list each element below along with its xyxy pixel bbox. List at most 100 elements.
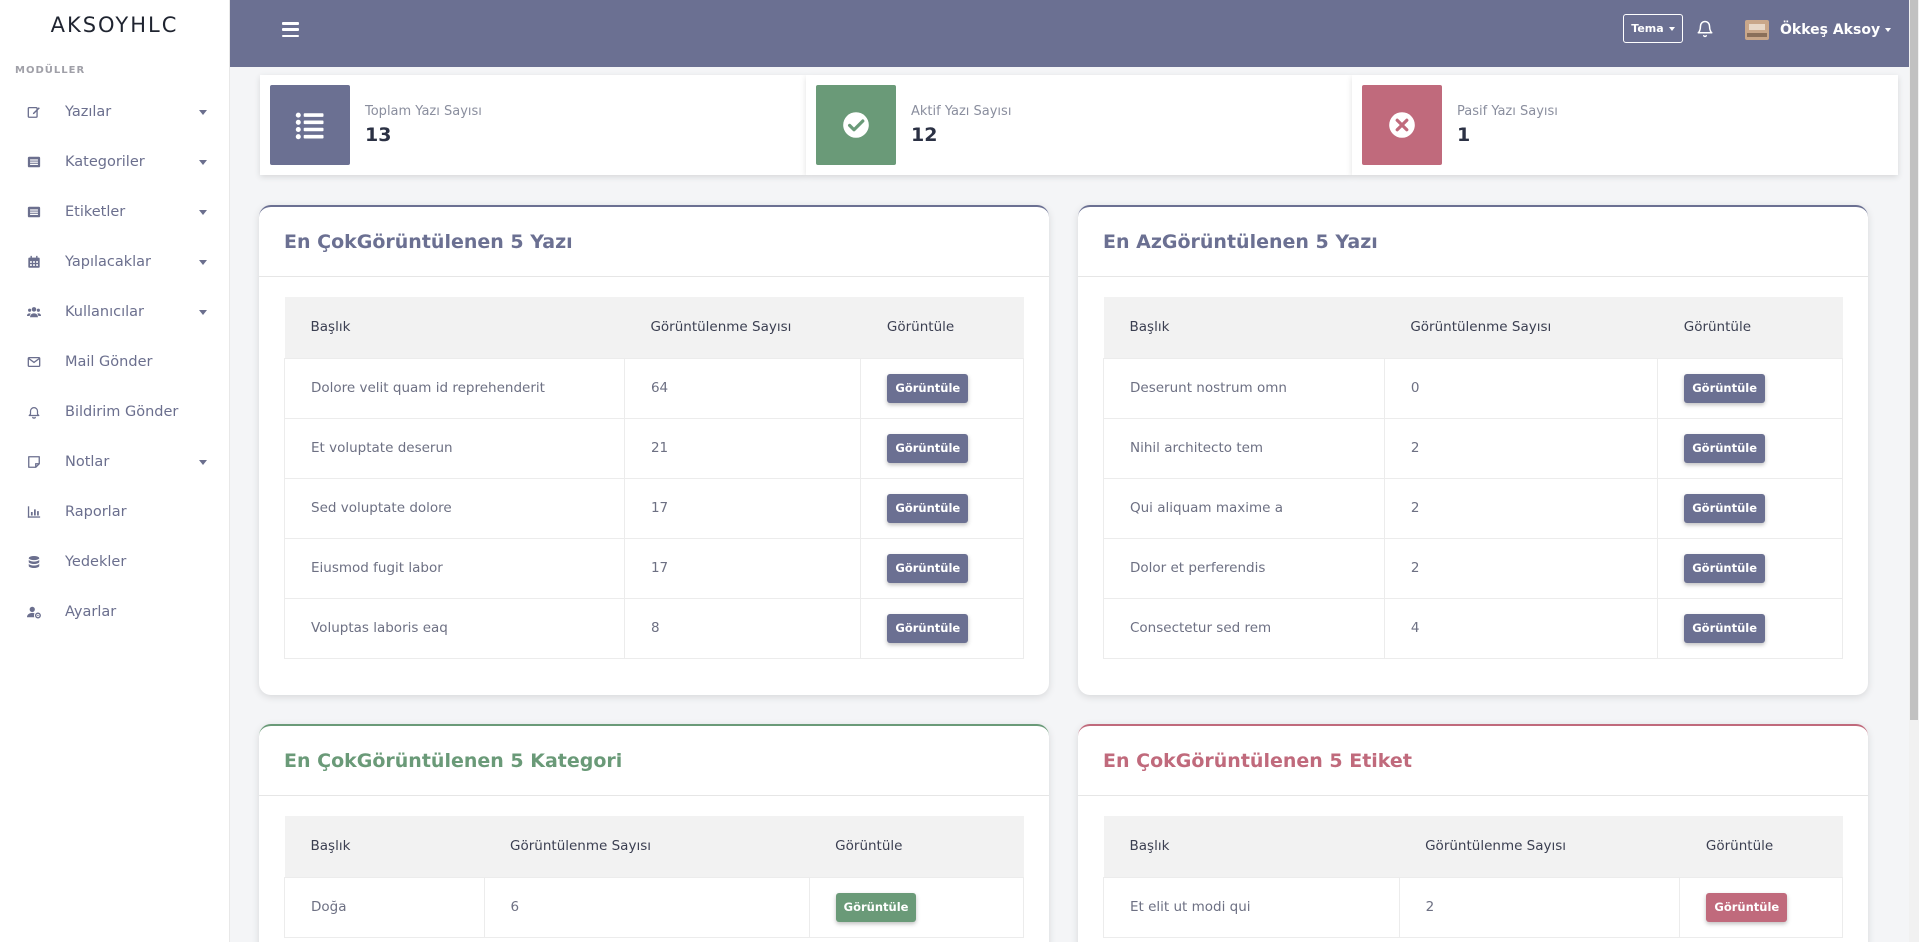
table-row: Doğa 6 Görüntüle (284, 876, 1025, 938)
table-row: Eiusmod fugit labor 17 Görüntüle (284, 537, 1024, 599)
notification-bell-icon[interactable] (1696, 20, 1714, 38)
stat-value: 13 (365, 124, 392, 146)
envelope-icon (27, 355, 41, 369)
sidebar-item-kategoriler[interactable]: Kategoriler (0, 137, 229, 187)
note-icon (27, 455, 41, 469)
sidebar-item-mail-gönder[interactable]: Mail Gönder (0, 337, 229, 387)
stat-label: Aktif Yazı Sayısı (911, 104, 1012, 119)
stat-label: Toplam Yazı Sayısı (365, 104, 482, 119)
data-table: Başlık Görüntülenme Sayısı Görüntüle Deseru… (1103, 297, 1843, 659)
stat-value: 12 (911, 124, 938, 146)
bar-chart-icon (27, 505, 41, 519)
sidebar-item-raporlar[interactable]: Raporlar (0, 487, 229, 537)
table-row: Deserunt nostrum omn 0 Görüntüle (1103, 357, 1843, 419)
chevron-down-icon (199, 209, 207, 215)
panel-title-emphasis: En Çok (1103, 749, 1176, 772)
page-scrollbar[interactable] (1909, 0, 1919, 942)
sidebar-item-label: Yapılacaklar (65, 254, 152, 270)
theme-dropdown-button[interactable]: Tema (1623, 14, 1683, 43)
row-action: Görüntüle (860, 597, 1024, 659)
sidebar-item-label: Ayarlar (65, 604, 117, 620)
view-button[interactable]: Görüntüle (835, 892, 917, 922)
table-row: Sed voluptate dolore 17 Görüntüle (284, 477, 1024, 539)
row-action: Görüntüle (1679, 876, 1843, 938)
row-title: Consectetur sed rem (1103, 597, 1385, 659)
sidebar-item-yedekler[interactable]: Yedekler (0, 537, 229, 587)
most-viewed-tags-panel: En Çok Görüntülenen 5 Etiket Başlık Görünt… (1078, 724, 1868, 942)
chevron-down-icon (199, 259, 207, 265)
row-title: Nihil architecto tem (1103, 417, 1385, 479)
topbar: Tema Ökkeş Aksoy (230, 0, 1919, 67)
sidebar-item-ayarlar[interactable]: Ayarlar (0, 587, 229, 637)
stat-value: 1 (1457, 124, 1471, 146)
row-action: Görüntüle (1657, 417, 1843, 479)
sidebar-item-label: Bildirim Gönder (65, 404, 179, 420)
table-row: Qui aliquam maxime a 2 Görüntüle (1103, 477, 1843, 539)
panel-title-rest: Görüntülenen 5 Kategori (356, 749, 623, 772)
data-table: Başlık Görüntülenme Sayısı Görüntüle Dolore… (284, 297, 1024, 659)
data-table: Başlık Görüntülenme Sayısı Görüntüle Doğa 6 G… (284, 816, 1025, 938)
column-header: Başlık (284, 816, 485, 877)
row-action: Görüntüle (1657, 597, 1843, 659)
sidebar-menu: Yazılar Kategoriler Etiketler Yapılacaklar K… (0, 87, 229, 637)
sidebar-item-kullanıcılar[interactable]: Kullanıcılar (0, 287, 229, 337)
user-gear-icon (27, 605, 41, 619)
sidebar-item-label: Kullanıcılar (65, 304, 145, 320)
sidebar-item-etiketler[interactable]: Etiketler (0, 187, 229, 237)
column-header: Görüntüle (809, 816, 1024, 877)
user-menu[interactable]: Ökkeş Aksoy (1745, 18, 1892, 42)
sidebar-item-yazılar[interactable]: Yazılar (0, 87, 229, 137)
chevron-down-icon (199, 159, 207, 165)
edit-icon (27, 105, 41, 119)
panel-title: En Çok Görüntülenen 5 Yazı (259, 207, 1049, 277)
panel-title: En Çok Görüntülenen 5 Kategori (259, 726, 1049, 796)
view-button[interactable]: Görüntüle (1684, 613, 1766, 643)
view-button[interactable]: Görüntüle (887, 553, 969, 583)
row-views: 8 (623, 597, 862, 659)
row-title: Sed voluptate dolore (284, 477, 625, 539)
column-header: Görüntüle (1657, 297, 1843, 358)
row-action: Görüntüle (1657, 537, 1843, 599)
row-title: Qui aliquam maxime a (1103, 477, 1385, 539)
hamburger-menu-icon[interactable] (282, 22, 299, 37)
row-action: Görüntüle (860, 417, 1024, 479)
view-button[interactable]: Görüntüle (1684, 433, 1766, 463)
most-viewed-posts-panel: En Çok Görüntülenen 5 Yazı Başlık Görüntül… (259, 205, 1049, 695)
row-views: 2 (1383, 537, 1659, 599)
view-button[interactable]: Görüntüle (1684, 493, 1766, 523)
sidebar-item-yapılacaklar[interactable]: Yapılacaklar (0, 237, 229, 287)
row-title: Dolore velit quam id reprehenderit (284, 357, 625, 419)
sidebar: AKSOYHLC MODÜLLER Yazılar Kategoriler Etik… (0, 0, 230, 942)
brand-logo[interactable]: AKSOYHLC (0, 0, 229, 50)
scrollbar-thumb[interactable] (1910, 0, 1918, 720)
panel-title: En Az Görüntülenen 5 Yazı (1078, 207, 1868, 277)
panel-title-emphasis: En Çok (284, 749, 357, 772)
column-header: Görüntülenme Sayısı (1384, 297, 1658, 358)
view-button[interactable]: Görüntüle (887, 373, 969, 403)
sidebar-item-bildirim-gönder[interactable]: Bildirim Gönder (0, 387, 229, 437)
chevron-down-icon (1885, 28, 1892, 32)
row-title: Et voluptate deserun (284, 417, 625, 479)
row-title: Et elit ut modi qui (1103, 876, 1400, 938)
list-icon (270, 85, 350, 165)
table-row: Voluptas laboris eaq 8 Görüntüle (284, 597, 1024, 659)
column-header: Başlık (284, 297, 625, 358)
view-button[interactable]: Görüntüle (1684, 553, 1766, 583)
panel-title-rest: Görüntülenen 5 Etiket (1175, 749, 1412, 772)
calendar-icon (27, 255, 41, 269)
row-action: Görüntüle (860, 477, 1024, 539)
user-name: Ökkeş Aksoy (1780, 22, 1881, 38)
modules-section-label: MODÜLLER (15, 65, 86, 76)
panel-title-rest: Görüntülenen 5 Yazı (1161, 230, 1378, 253)
table-row: Consectetur sed rem 4 Görüntüle (1103, 597, 1843, 659)
view-button[interactable]: Görüntüle (887, 493, 969, 523)
column-header: Başlık (1103, 816, 1400, 877)
row-title: Doğa (284, 876, 485, 938)
check-circle-icon (816, 85, 896, 165)
view-button[interactable]: Görüntüle (1684, 373, 1766, 403)
view-button[interactable]: Görüntüle (1706, 892, 1788, 922)
sidebar-item-notlar[interactable]: Notlar (0, 437, 229, 487)
row-action: Görüntüle (860, 537, 1024, 599)
view-button[interactable]: Görüntüle (887, 613, 969, 643)
view-button[interactable]: Görüntüle (887, 433, 969, 463)
